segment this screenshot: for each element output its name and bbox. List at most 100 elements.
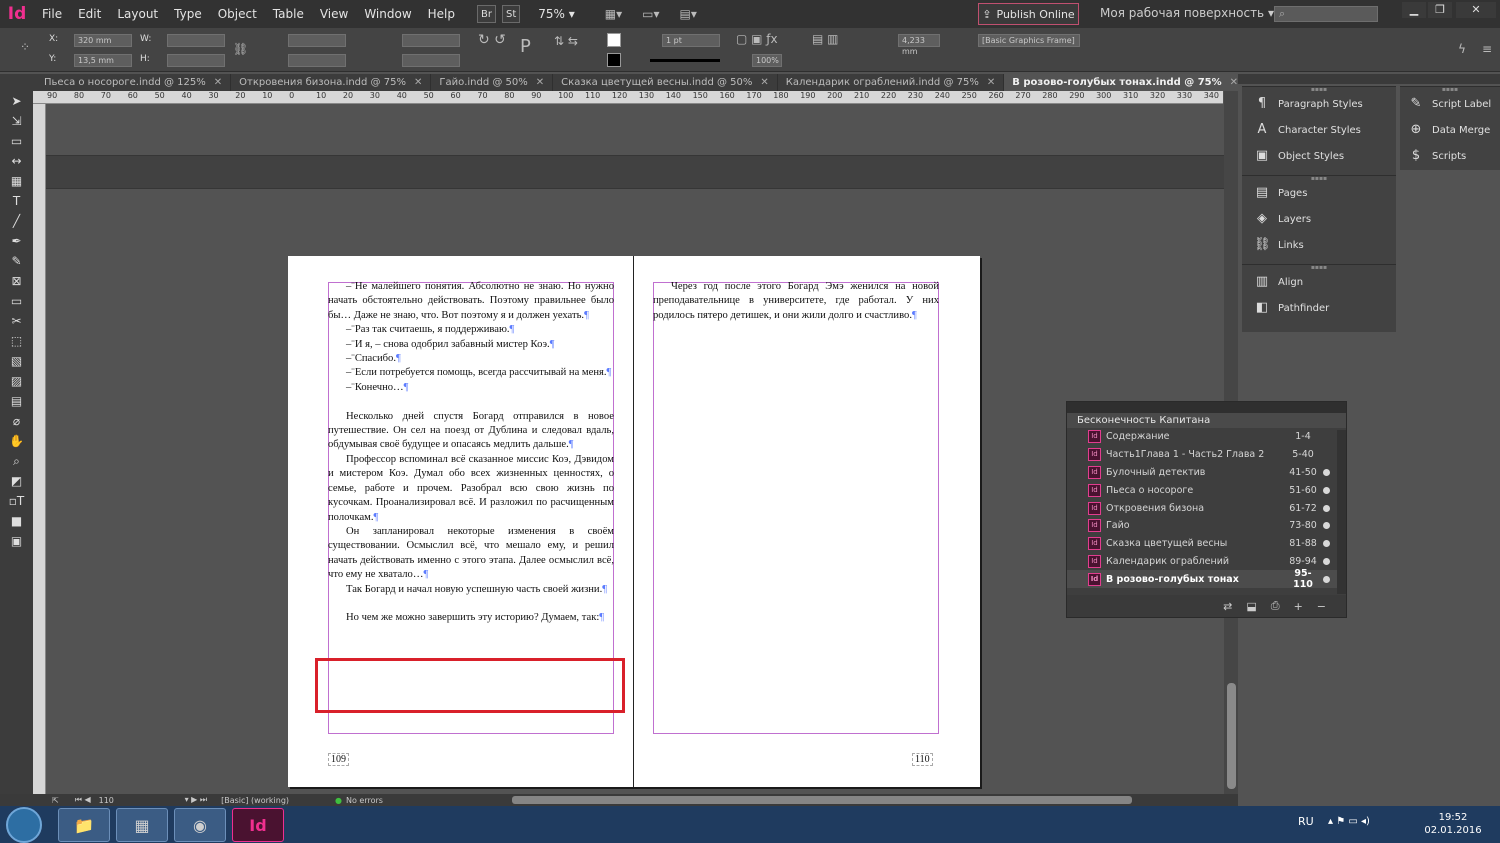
free-transform-tool-icon[interactable]: ⬚ xyxy=(0,331,33,351)
panel-links[interactable]: ⛓ Links xyxy=(1242,232,1396,258)
tab-doc-4[interactable]: Сказка цветущей весны.indd @ 50% ✕ xyxy=(553,74,778,91)
stroke-type-line[interactable] xyxy=(650,59,720,62)
next-page-icon[interactable]: ▾ ▶ ⏭ xyxy=(185,795,207,805)
workspace-switcher[interactable]: Моя рабочая поверхность ▾ xyxy=(1100,6,1274,20)
panel-pathfinder[interactable]: ◧ Pathfinder xyxy=(1242,295,1396,321)
pencil-tool-icon[interactable]: ✎ xyxy=(0,251,33,271)
chrome-taskbar-icon[interactable]: ◉ xyxy=(174,808,226,842)
menu-edit[interactable]: Edit xyxy=(70,7,109,21)
page-number-field[interactable]: 110 xyxy=(99,796,179,805)
menu-file[interactable]: File xyxy=(34,7,70,21)
explorer-taskbar-icon[interactable]: 📁 xyxy=(58,808,110,842)
calculator-taskbar-icon[interactable]: ▦ xyxy=(116,808,168,842)
book-document-row[interactable]: Id Часть1Глава 1 - Часть2 Глава 2 5-40 xyxy=(1067,446,1346,464)
menu-object[interactable]: Object xyxy=(210,7,265,21)
start-button[interactable] xyxy=(6,807,42,843)
gap-tool-icon[interactable]: ↔ xyxy=(0,151,33,171)
stroke-swatch[interactable] xyxy=(607,53,621,67)
screen-mode-icon[interactable]: ▭▾ xyxy=(642,7,659,21)
screen-mode-tool-icon[interactable]: ▣ xyxy=(0,531,33,551)
book-document-row[interactable]: Id В розово-голубых тонах 95-110 xyxy=(1067,568,1346,590)
gap-width-field[interactable]: 4,233 mm xyxy=(898,34,940,56)
rectangle-tool-icon[interactable]: ▭ xyxy=(0,291,33,311)
hand-tool-icon[interactable]: ✋ xyxy=(0,431,33,451)
page-tool-icon[interactable]: ▭ xyxy=(0,131,33,151)
first-page-icon[interactable]: ⏮ ◀ xyxy=(75,795,91,805)
book-scrollbar[interactable] xyxy=(1337,430,1346,594)
book-document-row[interactable]: Id Булочный детектив 41-50 xyxy=(1067,464,1346,482)
flip-icon[interactable]: ⇅ ⇆ xyxy=(554,34,578,48)
object-style-dropdown[interactable]: [Basic Graphics Frame] xyxy=(978,34,1080,47)
add-document-icon[interactable]: + xyxy=(1294,600,1303,613)
fill-swatch[interactable] xyxy=(607,33,621,47)
scale-y-field[interactable] xyxy=(288,54,346,67)
book-document-row[interactable]: Id Откровения бизона 61-72 xyxy=(1067,499,1346,517)
gradient-feather-tool-icon[interactable]: ▨ xyxy=(0,371,33,391)
search-input[interactable]: ⌕ xyxy=(1274,6,1378,22)
print-book-icon[interactable]: ⎙ xyxy=(1271,599,1280,613)
close-icon[interactable]: ✕ xyxy=(414,77,422,88)
stroke-weight-field[interactable]: 1 pt xyxy=(662,34,720,47)
system-clock[interactable]: 19:52 02.01.2016 xyxy=(1418,811,1488,837)
lightning-icon[interactable]: ϟ xyxy=(1458,42,1466,56)
text-frame-icon[interactable]: P xyxy=(520,36,531,57)
height-field[interactable] xyxy=(167,54,225,67)
tab-doc-1[interactable]: Пьеса о носороге.indd @ 125% ✕ xyxy=(0,74,232,91)
book-document-row[interactable]: Id Сказка цветущей весны 81-88 xyxy=(1067,535,1346,553)
constrain-proportions-icon[interactable]: ⛓ xyxy=(233,42,248,56)
synchronize-icon[interactable]: ⇄ xyxy=(1223,600,1232,613)
width-field[interactable] xyxy=(167,34,225,47)
book-document-row[interactable]: Id Пьеса о носороге 51-60 xyxy=(1067,481,1346,499)
close-icon[interactable]: ✕ xyxy=(987,77,995,88)
tray-icons[interactable]: ▴ ⚑ ▭ ◂) xyxy=(1328,816,1370,827)
bridge-button[interactable]: Br xyxy=(477,5,496,23)
menu-window[interactable]: Window xyxy=(356,7,419,21)
close-icon[interactable]: ✕ xyxy=(536,77,544,88)
indesign-taskbar-icon[interactable]: Id xyxy=(232,808,284,842)
opacity-field[interactable]: 100% xyxy=(752,54,782,67)
panel-layers[interactable]: ◈ Layers xyxy=(1242,206,1396,232)
menu-layout[interactable]: Layout xyxy=(109,7,166,21)
panel-data-merge[interactable]: ⊕ Data Merge xyxy=(1400,117,1500,143)
view-options-icon[interactable]: ▦▾ xyxy=(605,7,622,21)
keyboard-language[interactable]: RU xyxy=(1298,815,1314,828)
selection-tool-icon[interactable]: ➤ xyxy=(0,91,33,111)
open-window-icon[interactable]: ⇱ xyxy=(52,796,59,805)
tab-doc-6-active[interactable]: В розово-голубых тонах.indd @ 75% ✕ xyxy=(1004,74,1248,91)
publish-online-button[interactable]: ⇪ Publish Online xyxy=(978,3,1079,25)
shear-field[interactable] xyxy=(402,54,460,67)
book-panel-tab[interactable]: Бесконечность Капитана xyxy=(1067,413,1346,428)
menu-type[interactable]: Type xyxy=(166,7,210,21)
right-page-text-frame[interactable]: Через год после этого Богард Эмэ женился… xyxy=(653,280,939,323)
remove-document-icon[interactable]: − xyxy=(1317,600,1326,613)
menu-view[interactable]: View xyxy=(312,7,356,21)
preflight-errors[interactable]: No errors xyxy=(346,796,383,805)
wrap-icons[interactable]: ▤ ▥ xyxy=(812,32,839,46)
panel-scripts[interactable]: $ Scripts xyxy=(1400,143,1500,169)
stock-button[interactable]: St xyxy=(501,5,521,23)
content-collector-icon[interactable]: ▦ xyxy=(0,171,33,191)
preflight-profile[interactable]: [Basic] (working) xyxy=(221,796,289,805)
close-window-button[interactable]: ✕ xyxy=(1456,2,1496,18)
apply-color-icon[interactable]: ■ xyxy=(0,511,33,531)
close-icon[interactable]: ✕ xyxy=(1230,77,1238,88)
save-book-icon[interactable]: ⬓ xyxy=(1246,600,1256,613)
rotation-field[interactable] xyxy=(402,34,460,47)
y-position-field[interactable]: 13,5 mm xyxy=(74,54,132,67)
reference-point-icon[interactable]: ⁘ xyxy=(20,40,30,54)
vertical-scroll-thumb[interactable] xyxy=(1227,683,1236,789)
panel-paragraph-styles[interactable]: ¶ Paragraph Styles xyxy=(1242,91,1396,117)
panel-pages[interactable]: ▤ Pages xyxy=(1242,180,1396,206)
rotate-icon[interactable]: ↻ ↺ xyxy=(478,32,506,48)
arrange-documents-icon[interactable]: ▤▾ xyxy=(680,7,697,21)
panel-menu-icon[interactable]: ≡ xyxy=(1482,42,1492,56)
panel-align[interactable]: ▥ Align xyxy=(1242,269,1396,295)
panel-character-styles[interactable]: A Character Styles xyxy=(1242,117,1396,143)
tab-doc-3[interactable]: Гайо.indd @ 50% ✕ xyxy=(431,74,554,91)
fill-stroke-icon[interactable]: ◩ xyxy=(0,471,33,491)
minimize-button[interactable]: ▁ xyxy=(1402,2,1426,18)
note-tool-icon[interactable]: ▤ xyxy=(0,391,33,411)
left-page-text-frame[interactable]: –¨Не малейшего понятия. Абсолютно не зна… xyxy=(328,280,614,626)
menu-help[interactable]: Help xyxy=(420,7,463,21)
x-position-field[interactable]: 320 mm xyxy=(74,34,132,47)
